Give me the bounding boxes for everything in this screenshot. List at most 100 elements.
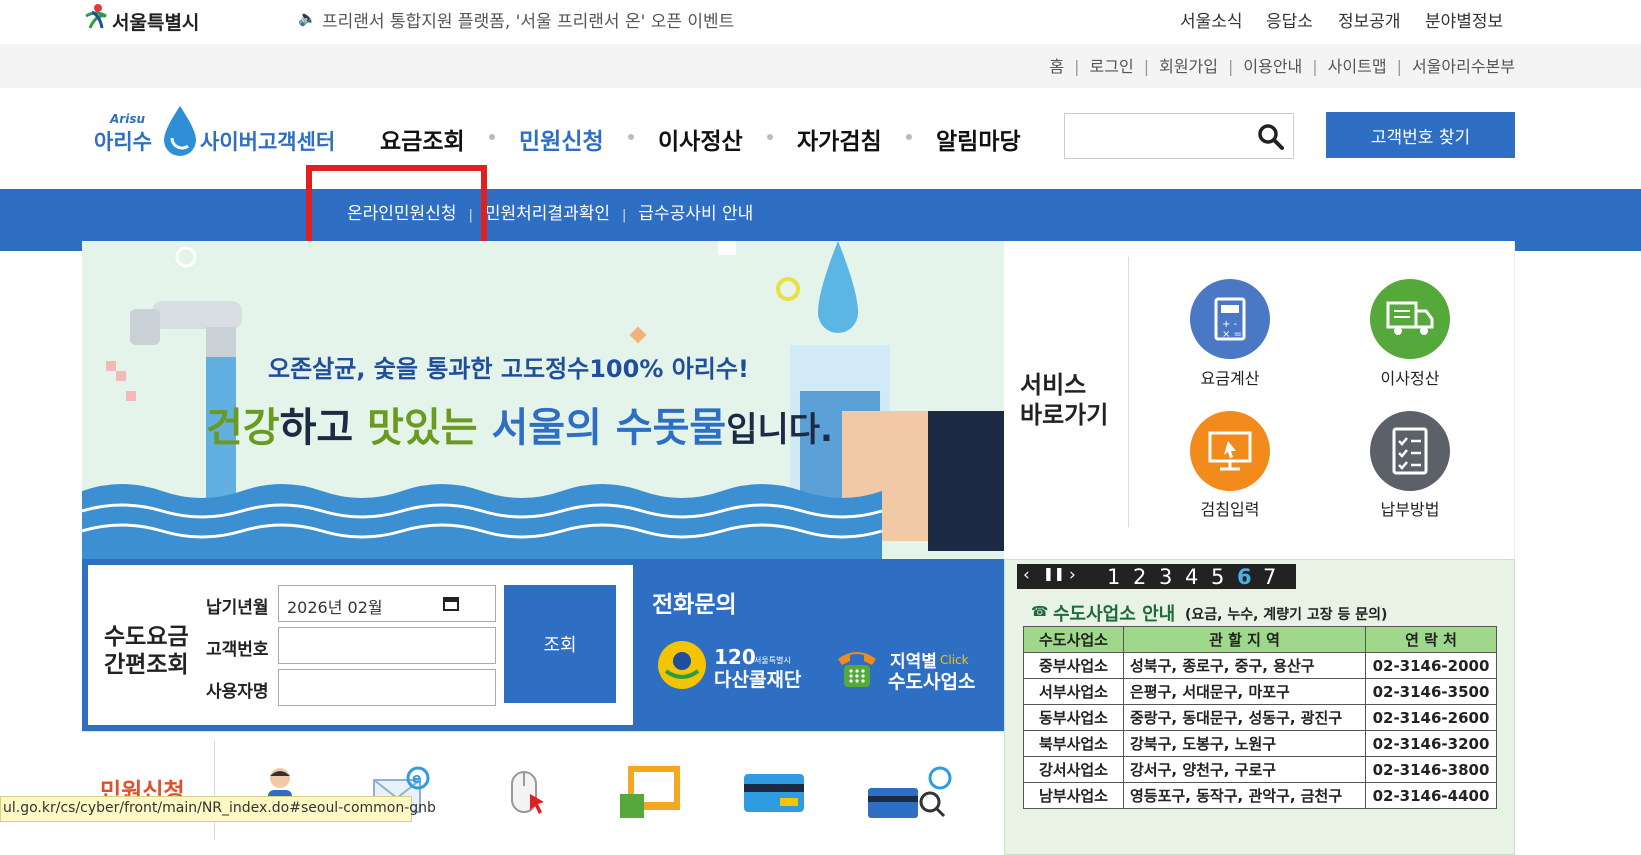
minwon-strip: 민원신청 e xyxy=(82,731,1004,855)
seoul-logo-text[interactable]: 서울특별시 xyxy=(112,8,199,35)
util-arisu-link[interactable]: 서울아리수본부 xyxy=(1412,57,1515,76)
table-row: 서부사업소 은평구, 서대문구, 마포구 02-3146-3500 xyxy=(1023,678,1497,705)
office-name: 남부사업소 xyxy=(1023,782,1124,809)
pager-page-3[interactable]: 3 xyxy=(1159,565,1172,589)
user-name-input[interactable] xyxy=(278,669,496,706)
document-folder-icon[interactable] xyxy=(618,764,684,820)
gnb-move-settlement[interactable]: 이사정산 xyxy=(658,122,743,156)
office-region: 영등포구, 동작구, 관악구, 금천구 xyxy=(1123,782,1366,809)
top-menu-eungdapso[interactable]: 응답소 xyxy=(1266,7,1313,32)
top-menu-info[interactable]: 정보공개 xyxy=(1338,7,1401,32)
dasan-call-icon[interactable] xyxy=(658,641,706,689)
office-phone: 02-3146-2000 xyxy=(1365,652,1497,679)
banner-line2-d: 서울의 수돗물 xyxy=(477,405,727,451)
search-input[interactable] xyxy=(1071,120,1241,152)
office-phone: 02-3146-3800 xyxy=(1365,756,1497,783)
billing-month-value: 2026년 02월 xyxy=(287,598,383,617)
util-login-link[interactable]: 로그인 xyxy=(1090,57,1134,76)
office-region: 중랑구, 동대문구, 성동구, 광진구 xyxy=(1123,704,1366,731)
truck-icon[interactable] xyxy=(1370,279,1450,359)
pager-prev-icon[interactable]: ‹ xyxy=(1023,565,1030,585)
pager-page-7[interactable]: 7 xyxy=(1263,565,1276,589)
gnb-dot xyxy=(628,134,634,140)
region-click[interactable]: Click xyxy=(940,653,969,667)
find-customer-number-button[interactable]: 고객번호 찾기 xyxy=(1326,112,1515,158)
dasan-name[interactable]: 다산콜재단 xyxy=(714,665,801,692)
card-search-icon[interactable] xyxy=(866,766,956,820)
monitor-icon[interactable] xyxy=(1190,411,1270,491)
label-customer-number: 고객번호 xyxy=(206,640,269,660)
subnav-separator: | xyxy=(622,208,627,223)
credit-card-icon[interactable] xyxy=(742,772,806,816)
phone-icon[interactable] xyxy=(834,643,880,689)
region-name[interactable]: 수도사업소 xyxy=(888,667,975,694)
util-home-link[interactable]: 홈 xyxy=(1049,57,1064,76)
lookup-submit-button[interactable]: 조회 xyxy=(504,585,616,703)
subnav-result-check[interactable]: 민원처리결과확인 xyxy=(485,204,610,224)
top-menu-fields[interactable]: 분야별정보 xyxy=(1425,7,1503,32)
util-separator: | xyxy=(1143,57,1150,76)
pager-page-6[interactable]: 6 xyxy=(1237,565,1252,589)
seoul-logo-icon[interactable] xyxy=(82,2,110,32)
service-reading-label[interactable]: 검침입력 xyxy=(1201,496,1260,520)
service-move-label[interactable]: 이사정산 xyxy=(1381,365,1440,389)
notice-text[interactable]: 프리랜서 통합지원 플랫폼, '서울 프리랜서 온' 오픈 이벤트 xyxy=(322,7,734,32)
top-bar: 서울특별시 🔈 프리랜서 통합지원 플랫폼, '서울 프리랜서 온' 오픈 이벤… xyxy=(0,0,1641,44)
subnav-construction-fee[interactable]: 급수공사비 안내 xyxy=(638,204,753,224)
col-contact: 연 락 처 xyxy=(1365,626,1497,653)
table-row: 북부사업소 강북구, 도봉구, 노원구 02-3146-3200 xyxy=(1023,730,1497,757)
util-separator: | xyxy=(1074,57,1080,76)
search-icon[interactable] xyxy=(1257,123,1285,151)
main-banner[interactable]: 오존살균, 숯을 통과한 고도정수100% 아리수! 건강하고 맛있는 서울의 … xyxy=(82,241,1004,559)
gnb-self-reading[interactable]: 자가검침 xyxy=(797,122,882,156)
service-payment-label[interactable]: 납부방법 xyxy=(1381,496,1440,520)
util-separator: | xyxy=(1396,57,1402,76)
service-fee-calc-label[interactable]: 요금계산 xyxy=(1201,365,1260,389)
speaker-icon: 🔈 xyxy=(298,9,317,27)
banner-line2-a: 건강 xyxy=(206,405,280,451)
quick-lookup-band: 수도요금 간편조회 납기년월 2026년 02월 고객번호 사용자명 조회 전화… xyxy=(82,559,1004,731)
office-region: 강서구, 양천구, 구로구 xyxy=(1123,756,1366,783)
mouse-click-icon[interactable] xyxy=(508,764,548,820)
gnb-civil-request[interactable]: 민원신청 xyxy=(519,122,604,156)
search-box xyxy=(1064,113,1294,159)
arisu-logo[interactable]: Arisu 아리수 사이버고객센터 xyxy=(94,104,335,160)
pager-page-1[interactable]: 1 xyxy=(1107,565,1120,589)
checklist-icon[interactable] xyxy=(1370,411,1450,491)
calculator-icon[interactable]: + - × = xyxy=(1190,279,1270,359)
top-menu-news[interactable]: 서울소식 xyxy=(1180,7,1243,32)
office-phone: 02-3146-2600 xyxy=(1365,704,1497,731)
util-join-link[interactable]: 회원가입 xyxy=(1159,57,1218,76)
col-office: 수도사업소 xyxy=(1023,626,1124,653)
status-url-bar: ul.go.kr/cs/cyber/front/main/NR_index.do… xyxy=(0,796,436,822)
office-name: 서부사업소 xyxy=(1023,678,1124,705)
pager-pause-icon[interactable]: ❚❚ xyxy=(1043,567,1065,582)
offices-table: 수도사업소 관 할 지 역 연 락 처 중부사업소 성북구, 종로구, 중구, 용… xyxy=(1023,626,1497,809)
pager-page-4[interactable]: 4 xyxy=(1185,565,1198,589)
calendar-icon[interactable] xyxy=(443,596,459,611)
table-row: 동부사업소 중랑구, 동대문구, 성동구, 광진구 02-3146-2600 xyxy=(1023,704,1497,731)
pager-next-icon[interactable]: › xyxy=(1069,565,1076,585)
gnb-billing[interactable]: 요금조회 xyxy=(380,122,465,156)
billing-month-input[interactable]: 2026년 02월 xyxy=(278,585,496,622)
table-header-row: 수도사업소 관 할 지 역 연 락 처 xyxy=(1023,626,1497,653)
util-sitemap-link[interactable]: 사이트맵 xyxy=(1328,57,1387,76)
office-name: 중부사업소 xyxy=(1023,652,1124,679)
arisu-logo-main: 아리수 xyxy=(94,130,152,154)
pager-page-2[interactable]: 2 xyxy=(1133,565,1146,589)
pager-page-5[interactable]: 5 xyxy=(1211,565,1224,589)
banner-line2-e: 입니다. xyxy=(726,410,833,450)
banner-line1: 오존살균, 숯을 통과한 고도정수100% 아리수! xyxy=(268,355,749,383)
customer-number-input[interactable] xyxy=(278,627,496,664)
phone-small-icon: ☎ xyxy=(1031,604,1049,620)
services-title-2: 바로가기 xyxy=(1020,401,1109,429)
banner-line2: 건강하고 맛있는 서울의 수돗물입니다. xyxy=(206,395,833,453)
gnb-dot xyxy=(767,134,773,140)
gnb-notice-board[interactable]: 알림마당 xyxy=(936,122,1021,156)
util-guide-link[interactable]: 이용안내 xyxy=(1243,57,1302,76)
label-user-name: 사용자명 xyxy=(206,682,269,702)
office-region: 은평구, 서대문구, 마포구 xyxy=(1123,678,1366,705)
utility-bar: 홈 | 로그인 | 회원가입 | 이용안내 | 사이트맵 | 서울아리수본부 xyxy=(0,44,1641,88)
office-region: 강북구, 도봉구, 노원구 xyxy=(1123,730,1366,757)
util-separator: | xyxy=(1228,57,1234,76)
